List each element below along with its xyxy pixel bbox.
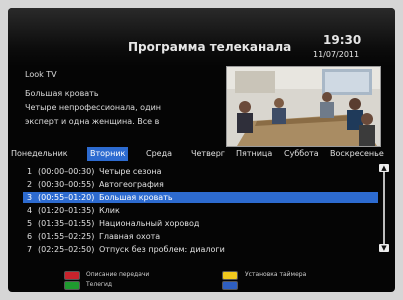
program-row[interactable]: 2 (00:30–00:55) Автогеография — [23, 179, 378, 190]
program-number: 3 — [27, 193, 33, 202]
clock-date: 11/07/2011 — [313, 50, 360, 59]
day-tabs: Понедельник Вторник Среда Четверг Пятниц… — [8, 147, 395, 161]
program-row[interactable]: 5 (01:35–01:55) Национальный хоровод — [23, 218, 378, 229]
program-time: (01:55–02:25) — [38, 232, 95, 241]
program-number: 4 — [27, 206, 33, 215]
yellow-key-icon — [222, 271, 238, 280]
program-row-selected[interactable]: 3 (00:55–01:20) Большая кровать — [23, 192, 378, 203]
program-number: 2 — [27, 180, 33, 189]
program-name: Клик — [99, 206, 120, 215]
program-row[interactable]: 1 (00:00–00:30) Четыре сезона — [23, 166, 378, 177]
program-time: (01:35–01:55) — [38, 219, 95, 228]
program-time: (00:55–01:20) — [38, 193, 95, 202]
tab-tuesday[interactable]: Вторник — [87, 147, 129, 161]
program-list: 1 (00:00–00:30) Четыре сезона 2 (00:30–0… — [23, 162, 378, 254]
tab-wednesday[interactable]: Среда — [146, 147, 172, 161]
tab-monday[interactable]: Понедельник — [11, 147, 68, 161]
channel-preview-video — [226, 66, 381, 147]
video-frame-image — [227, 67, 380, 146]
program-name: Национальный хоровод — [99, 219, 200, 228]
program-description-line: эксперт и одна женщина. Все в — [25, 117, 160, 126]
program-description-line: Большая кровать — [25, 89, 99, 98]
header-bar: Программа телеканала 19:30 11/07/2011 — [8, 8, 395, 66]
program-row[interactable]: 6 (01:55–02:25) Главная охота — [23, 231, 378, 242]
program-name: Автогеография — [99, 180, 164, 189]
tv-guide-screen: Программа телеканала 19:30 11/07/2011 Lo… — [8, 8, 395, 292]
program-row[interactable]: 4 (01:20–01:35) Клик — [23, 205, 378, 216]
program-list-scrollbar[interactable]: ▲ ▼ — [379, 164, 389, 252]
tab-sunday[interactable]: Воскресенье — [330, 147, 384, 161]
tab-friday[interactable]: Пятница — [236, 147, 272, 161]
program-number: 6 — [27, 232, 33, 241]
green-key-icon — [64, 281, 80, 290]
tab-thursday[interactable]: Четверг — [191, 147, 225, 161]
program-time: (00:00–00:30) — [38, 167, 95, 176]
program-description-line: Четыре непрофессионала, один — [25, 103, 162, 112]
footer-key-legend: Описание передачи Телегид Установка тайм… — [8, 254, 395, 292]
program-number: 5 — [27, 219, 33, 228]
scroll-up-arrow-icon[interactable]: ▲ — [379, 164, 389, 172]
program-name: Главная охота — [99, 232, 161, 241]
green-key-label: Телегид — [86, 281, 113, 288]
program-time: (01:20–01:35) — [38, 206, 95, 215]
red-key-icon — [64, 271, 80, 280]
clock-time: 19:30 — [323, 33, 362, 47]
red-key-label: Описание передачи — [86, 271, 150, 278]
channel-name: Look TV — [25, 70, 57, 79]
blue-key-icon — [222, 281, 238, 290]
tab-saturday[interactable]: Суббота — [284, 147, 319, 161]
program-time: (00:30–00:55) — [38, 180, 95, 189]
page-title: Программа телеканала — [128, 40, 292, 54]
program-number: 1 — [27, 167, 33, 176]
program-name: Большая кровать — [99, 193, 173, 202]
scrollbar-track[interactable] — [383, 172, 385, 244]
yellow-key-label: Установка таймера — [245, 271, 307, 278]
program-name: Четыре сезона — [99, 167, 162, 176]
scroll-down-arrow-icon[interactable]: ▼ — [379, 244, 389, 252]
